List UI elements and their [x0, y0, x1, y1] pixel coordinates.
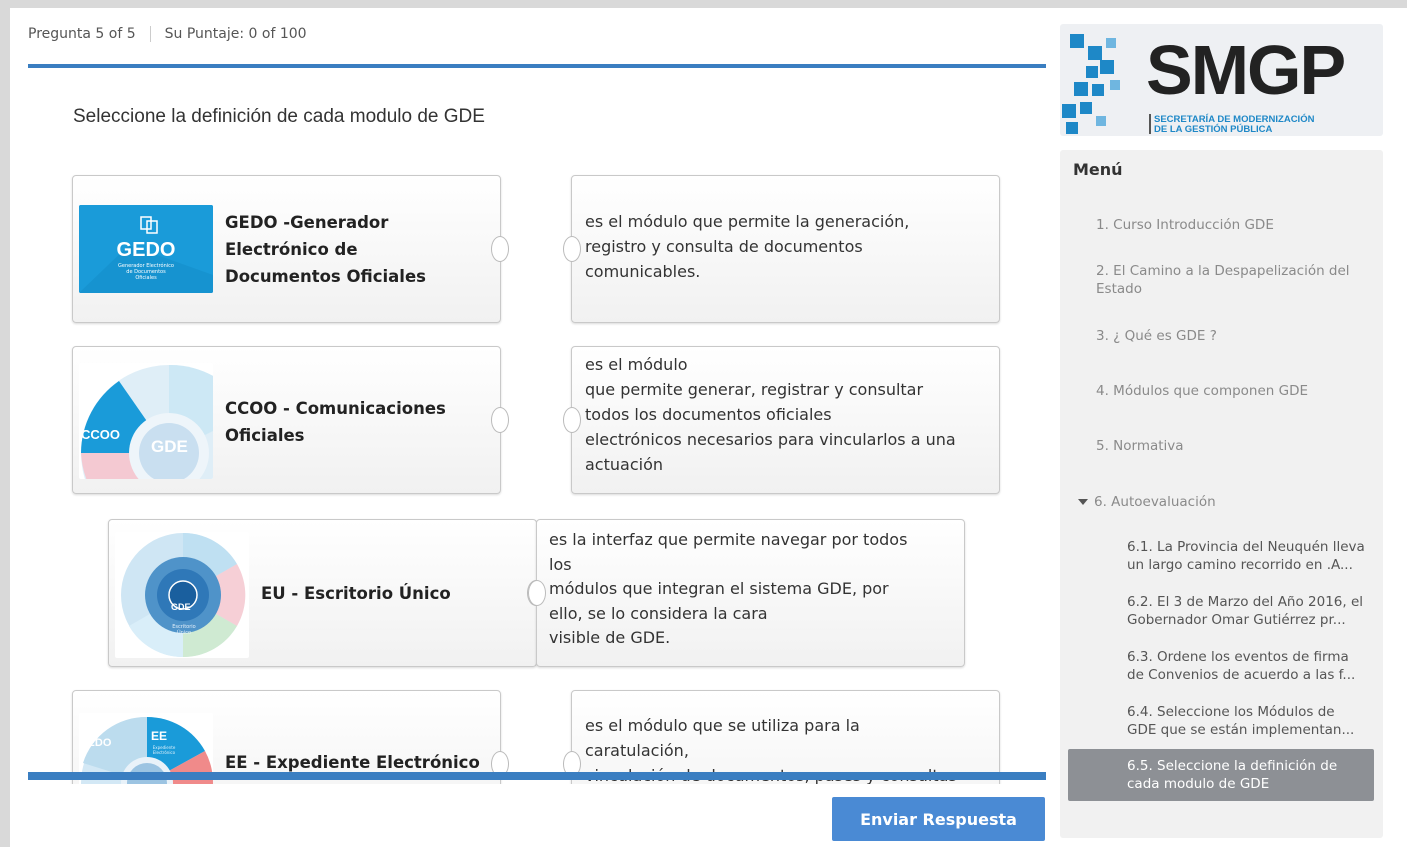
menu-item-6-container[interactable]: 6. Autoevaluación [1078, 493, 1348, 511]
definition-text-2: es el módulo que permite generar, regist… [585, 355, 956, 474]
gedo-thumb-label: GEDO [116, 239, 176, 261]
ccoo-thumbnail: CCOO GDE [79, 363, 213, 479]
menu-item-1[interactable]: 1. Curso Introducción GDE [1096, 216, 1366, 234]
logo-subtitle-2: DE LA GESTIÓN PÚBLICA [1154, 124, 1273, 135]
submenu-item-6-3[interactable]: 6.3. Ordene los eventos de firma de Conv… [1127, 648, 1367, 684]
module-name-eu: EU - Escritorio Único [261, 584, 451, 603]
module-card-gedo[interactable]: GEDO Generador Electrónico de Documentos… [72, 175, 509, 323]
definition-card-1[interactable]: es el módulo que permite la generación, … [563, 175, 1000, 323]
menu-title: Menú [1073, 160, 1123, 179]
submenu-item-6-1[interactable]: 6.1. La Provincia del Neuquén lleva un l… [1127, 538, 1367, 574]
submenu-item-6-5-active[interactable]: 6.5. Seleccione la definición de cada mo… [1068, 749, 1374, 801]
quiz-header: Pregunta 5 of 5 Su Puntaje: 0 of 100 [28, 26, 307, 42]
header-divider [149, 26, 151, 42]
puzzle-tab [491, 407, 509, 433]
score-label: Su Puntaje: 0 of 100 [164, 26, 307, 42]
caret-down-icon [1078, 499, 1088, 505]
question-title: Seleccione la definición de cada modulo … [73, 106, 485, 127]
smgp-logo: SMGP SECRETARÍA DE MODERNIZACIÓN DE LA G… [1060, 24, 1383, 136]
definition-text-1: es el módulo que permite la generación, … [585, 212, 910, 281]
menu-item-2[interactable]: 2. El Camino a la Despapelización del Es… [1096, 262, 1366, 298]
bottom-accent-bar [28, 772, 1046, 780]
question-area[interactable]: Seleccione la definición de cada modulo … [28, 68, 1046, 784]
module-card-eu[interactable]: GDE Escritorio Único EU - Escritorio Úni… [108, 519, 545, 667]
puzzle-tab [491, 236, 509, 262]
ccoo-thumb-center: GDE [151, 437, 188, 456]
submenu-item-6-4[interactable]: 6.4. Seleccione los Módulos de GDE que s… [1127, 703, 1367, 739]
question-counter: Pregunta 5 of 5 [28, 26, 136, 42]
module-card-ccoo[interactable]: CCOO GDE CCOO - Comunicaciones Oficiales [72, 346, 509, 494]
submit-answer-button[interactable]: Enviar Respuesta [832, 797, 1045, 841]
puzzle-slot [528, 580, 546, 606]
submenu-item-6-2[interactable]: 6.2. El 3 de Marzo del Año 2016, el Gobe… [1127, 593, 1367, 629]
course-menu: Menú 1. Curso Introducción GDE 2. El Cam… [1060, 150, 1383, 838]
gedo-thumbnail: GEDO Generador Electrónico de Documentos… [79, 205, 213, 293]
gedo-thumb-caption: Generador Electrónico de Documentos Ofic… [118, 263, 174, 281]
ee-thumb-label: EE [151, 729, 168, 743]
module-name-ccoo: CCOO - Comunicaciones Oficiales [225, 399, 446, 445]
eu-thumb-sub: Escritorio Único [172, 624, 196, 636]
menu-item-3[interactable]: 3. ¿ Qué es GDE ? [1096, 327, 1366, 345]
app-frame: Pregunta 5 of 5 Su Puntaje: 0 of 100 Sel… [10, 8, 1407, 847]
logo-text: SMGP [1146, 31, 1346, 109]
module-card-ee[interactable]: EE Expediente Electrónico GEDO EE - Expe… [72, 690, 509, 784]
menu-item-5[interactable]: 5. Normativa [1096, 437, 1366, 455]
definition-card-3[interactable]: es la interfaz que permite navegar por t… [528, 519, 965, 667]
definition-card-4[interactable]: es el módulo que se utiliza para la cara… [563, 690, 1000, 784]
menu-item-6: 6. Autoevaluación [1094, 494, 1216, 510]
puzzle-slot [563, 236, 581, 262]
ee-thumb-sub: Expediente Electrónico [152, 745, 176, 755]
ee-thumb-side: GEDO [79, 737, 112, 749]
module-name-gedo: GEDO -Generador Electrónico de Documento… [225, 213, 426, 286]
menu-item-4[interactable]: 4. Módulos que componen GDE [1096, 382, 1366, 400]
definition-text-3: es la interfaz que permite navegar por t… [549, 530, 908, 647]
definition-card-2[interactable]: es el módulo que permite generar, regist… [563, 346, 1000, 494]
eu-thumb-center: GDE [171, 602, 191, 612]
ccoo-thumb-label: CCOO [81, 427, 120, 442]
puzzle-slot [563, 407, 581, 433]
eu-thumbnail: GDE Escritorio Único [115, 532, 249, 658]
